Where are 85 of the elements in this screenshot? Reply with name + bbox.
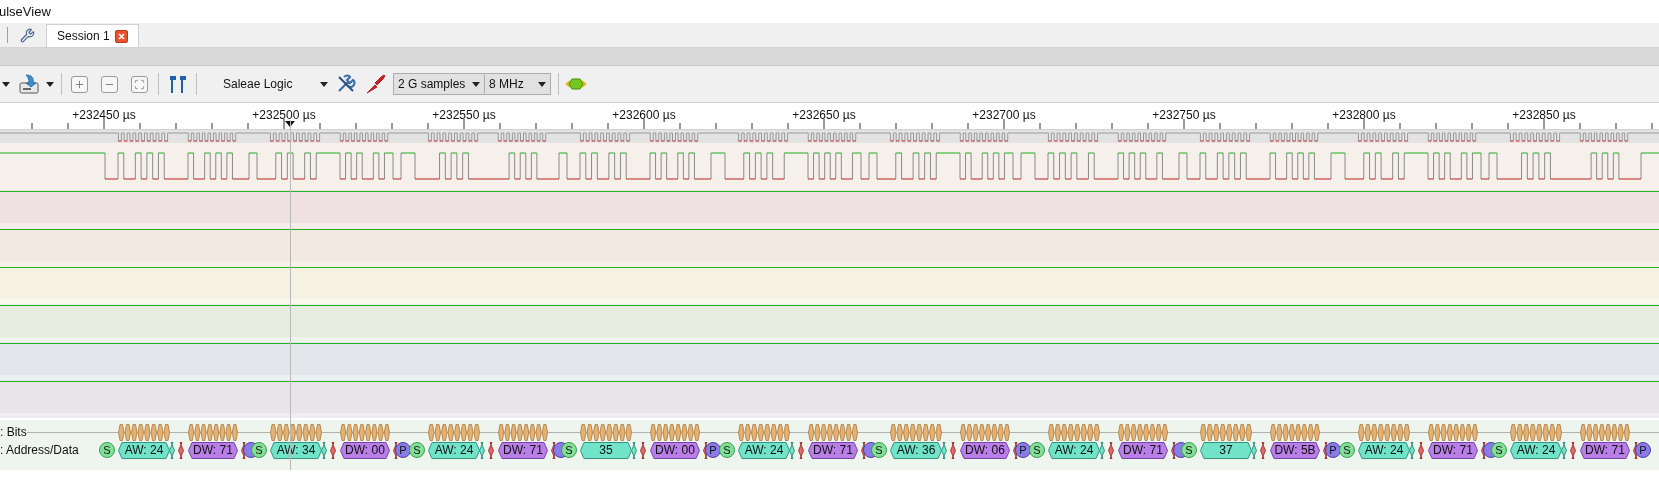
ack-annotation [950,441,956,459]
bits-drawing [580,423,632,441]
bits-drawing [498,423,548,441]
run-icon[interactable] [565,76,587,92]
bits-drawing [960,423,1010,441]
stop-annotation: P [1635,442,1651,458]
stop-annotation: P [1325,442,1341,458]
window-title: ulseView [0,2,51,21]
bits-drawing [808,423,858,441]
start-annotation: S [251,442,267,458]
ack-annotation [330,441,336,459]
start-annotation: S [561,442,577,458]
settings-icon[interactable] [18,26,36,44]
time-label: +232450 µs [72,107,136,124]
ack-annotation [640,441,646,459]
close-icon[interactable] [114,29,128,43]
time-label: +232550 µs [432,107,496,124]
bits-drawing [188,423,238,441]
bits-drawing [1580,423,1630,441]
start-annotation: S [719,442,735,458]
bits-drawing [1048,423,1100,441]
bits-drawing [1270,423,1320,441]
time-label: +232750 µs [1152,107,1216,124]
save-icon[interactable] [18,73,40,95]
ack-annotation [1570,441,1576,459]
stop-annotation: P [395,442,411,458]
start-annotation: S [1029,442,1045,458]
data-annotation: DW: 06 [960,441,1010,459]
bits-drawing [1510,423,1562,441]
device-selector[interactable]: Saleae Logic [223,73,328,95]
fit-icon [134,78,145,90]
start-annotation: S [1339,442,1355,458]
time-label: +232600 µs [612,107,676,124]
data-annotation: DW: 71 [188,441,238,459]
data-annotation: DW: 71 [498,441,548,459]
data-annotation: DW: 71 [808,441,858,459]
stop-annotation: P [1015,442,1031,458]
ack-annotation [178,441,184,459]
bits-drawing [890,423,942,441]
ack-annotation [1418,441,1424,459]
bits-drawing [118,423,170,441]
cursors-icon[interactable] [167,74,189,94]
start-annotation: S [99,442,115,458]
bits-drawing [1118,423,1168,441]
sample-rate-select[interactable]: 8 MHz [485,73,551,95]
sample-count-select[interactable]: 2 G samples [393,73,485,95]
start-annotation: S [1181,442,1197,458]
bits-drawing [738,423,790,441]
data-annotation: DW: 71 [1428,441,1478,459]
ack-annotation [1260,441,1266,459]
time-label: +232500 µs [252,107,316,124]
zoom-fit-button[interactable] [131,75,148,93]
data-annotation: DW: 71 [1580,441,1630,459]
zoom-in-button[interactable] [71,75,88,93]
ack-annotation [798,441,804,459]
caret-icon [46,81,54,87]
stop-annotation: P [705,442,721,458]
data-annotation: DW: 00 [650,441,700,459]
ack-annotation [488,441,494,459]
caret-icon [472,81,480,87]
bits-drawing [270,423,322,441]
bits-drawing [650,423,700,441]
bits-drawing [1428,423,1478,441]
time-label: +232650 µs [792,107,856,124]
bits-drawing [340,423,390,441]
time-label: +232700 µs [972,107,1036,124]
data-annotation: DW: 00 [340,441,390,459]
session-tab[interactable]: Session 1 [46,24,139,47]
time-label: +232850 µs [1512,107,1576,124]
caret-icon [538,81,546,87]
time-label: +232800 µs [1332,107,1396,124]
zoom-out-button[interactable] [101,75,118,93]
bits-drawing [1200,423,1252,441]
start-annotation: S [1491,442,1507,458]
data-annotation: DW: 5B [1270,441,1320,459]
caret-icon [320,81,328,87]
start-annotation: S [409,442,425,458]
start-annotation: S [871,442,887,458]
caret-icon [2,81,10,87]
data-annotation: DW: 71 [1118,441,1168,459]
probe-icon[interactable] [365,73,387,95]
plus-icon [74,78,85,90]
bits-drawing [428,423,480,441]
bits-drawing [1358,423,1410,441]
ack-annotation [1108,441,1114,459]
